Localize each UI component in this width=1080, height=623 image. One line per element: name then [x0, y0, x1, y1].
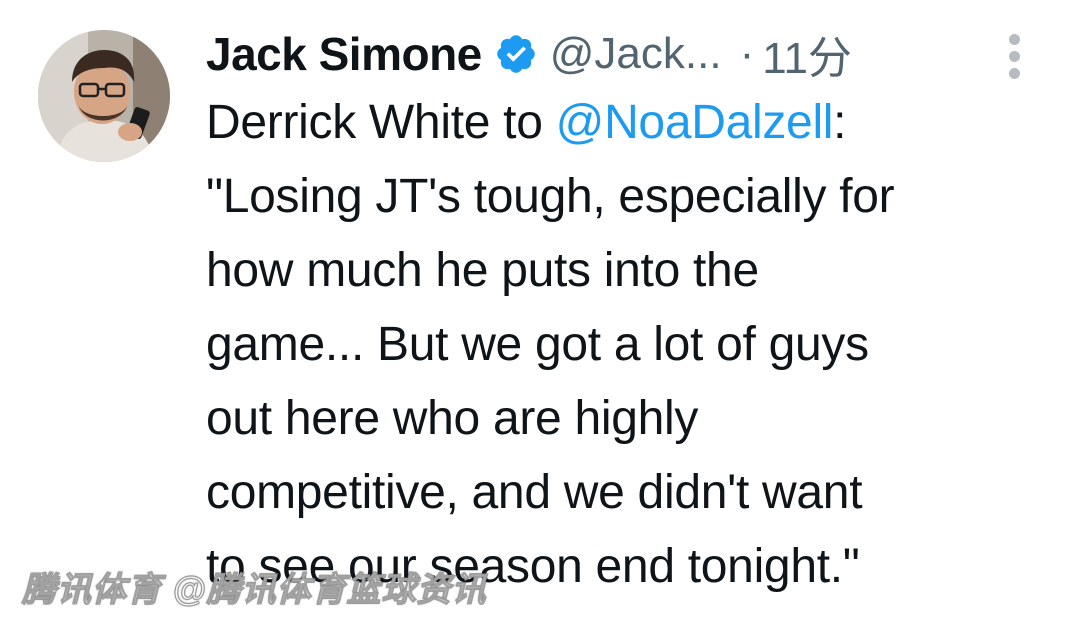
tweet-card: Jack Simone @Jack... · 11分 Derrick White…	[0, 0, 1080, 623]
tweet-line: how much he puts into the	[206, 244, 759, 297]
tweet-line-text: Derrick White to	[206, 96, 556, 149]
header-separator: ·	[739, 29, 755, 78]
more-options-icon[interactable]	[1006, 34, 1022, 80]
watermark: 腾讯体育 @腾讯体育篮球资讯	[21, 570, 487, 609]
avatar[interactable]	[38, 30, 170, 162]
tweet-text: Derrick White to @NoaDalzell: "Losing JT…	[206, 86, 1046, 604]
tweet-line: competitive, and we didn't want	[206, 466, 863, 519]
avatar-photo	[38, 30, 170, 162]
tweet-line: "Losing JT's tough, especially for	[206, 170, 895, 223]
timestamp[interactable]: 11分	[762, 22, 852, 86]
verified-badge-icon	[494, 32, 538, 76]
author-handle[interactable]: @Jack...	[550, 29, 722, 79]
tweet-line-text: :	[833, 96, 847, 149]
author-name[interactable]: Jack Simone	[206, 27, 482, 81]
tweet-line: game... But we got a lot of guys	[206, 318, 869, 371]
mention-link[interactable]: @NoaDalzell	[556, 96, 834, 149]
tweet-header: Jack Simone @Jack... · 11分	[206, 22, 852, 86]
tweet-line: out here who are highly	[206, 392, 699, 445]
tweet-line: Derrick White to @NoaDalzell:	[206, 86, 1046, 160]
